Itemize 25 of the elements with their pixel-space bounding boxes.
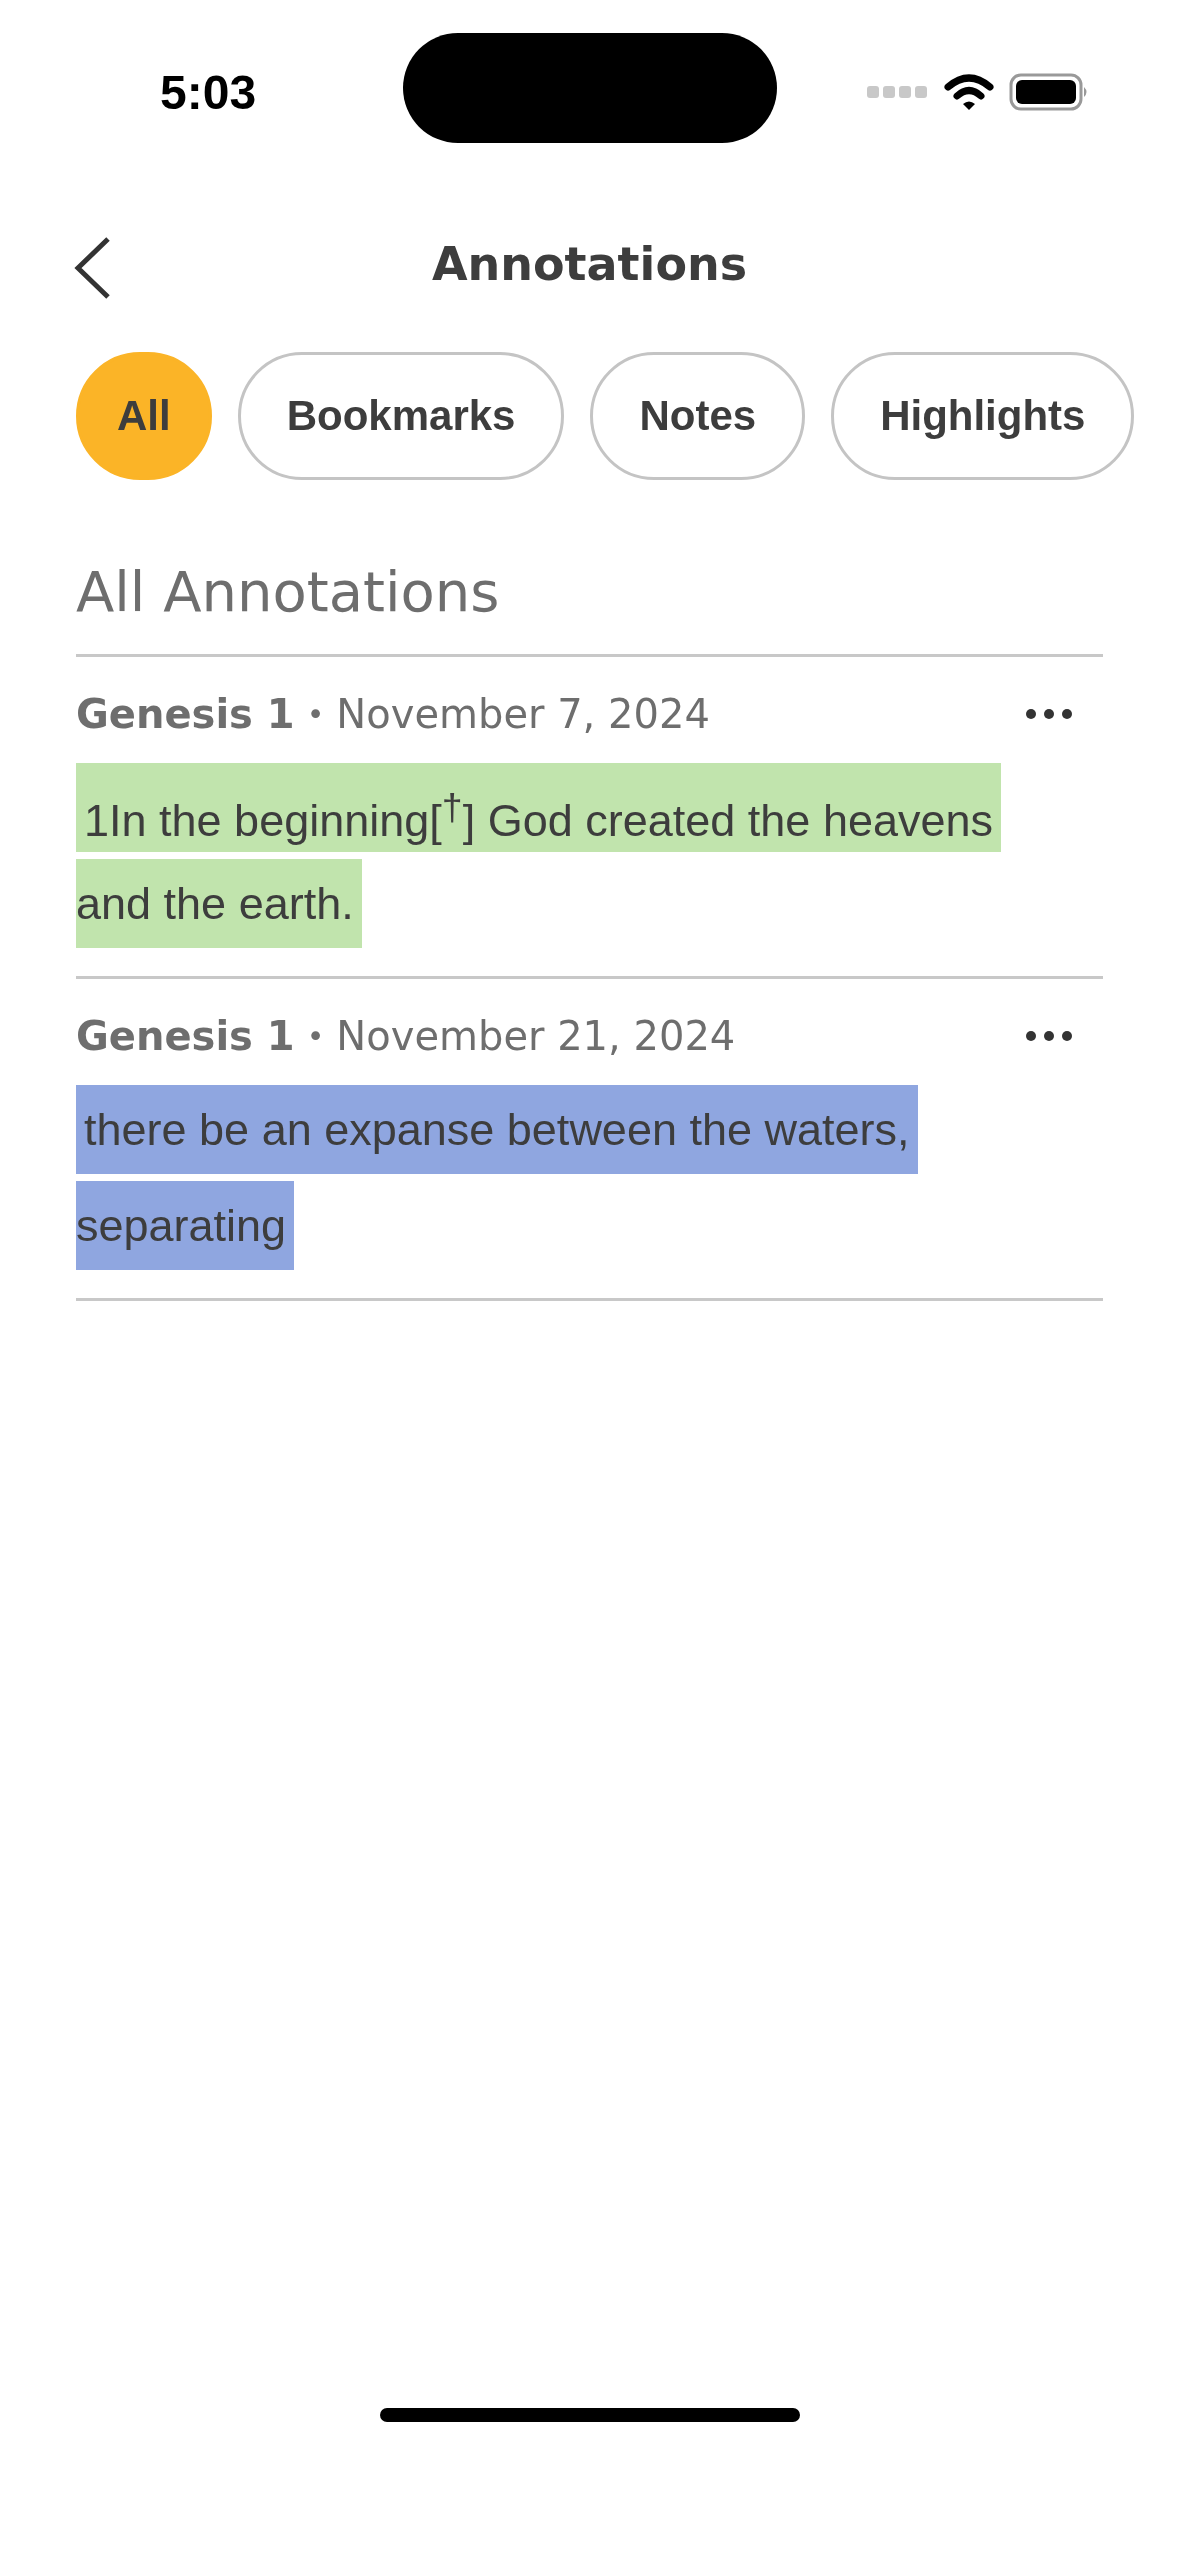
wifi-icon (943, 73, 995, 111)
more-icon (1025, 1030, 1073, 1042)
more-button[interactable] (1025, 708, 1073, 720)
more-button[interactable] (1025, 1030, 1073, 1042)
battery-icon (1009, 73, 1089, 111)
highlighted-text: and the earth. (76, 859, 362, 948)
signal-icon (867, 85, 929, 99)
filter-tab[interactable]: Bookmarks (237, 352, 565, 480)
filter-tab[interactable]: All (76, 352, 212, 480)
bullet-separator: • (306, 1018, 325, 1054)
annotation-date: November 7, 2024 (336, 691, 710, 737)
verse-reference: Genesis 1 (76, 691, 295, 737)
screen-title: Annotations (431, 236, 748, 291)
verse-reference: Genesis 1 (76, 1013, 295, 1059)
chevron-left-icon (72, 236, 112, 300)
section-heading: All Annotations (76, 559, 1103, 657)
more-icon (1025, 708, 1073, 720)
bullet-separator: • (306, 696, 325, 732)
highlighted-text: separating (76, 1181, 295, 1270)
annotation-date: November 21, 2024 (336, 1013, 736, 1059)
status-time: 5:03 (160, 64, 257, 120)
filter-tab[interactable]: Notes (590, 352, 806, 480)
highlighted-text: there be an expanse between the waters, (76, 1085, 918, 1174)
highlighted-text: 1In the beginning[$^{†}$] God created the heavens (76, 763, 1002, 852)
filter-tab[interactable]: Highlights (831, 352, 1135, 480)
